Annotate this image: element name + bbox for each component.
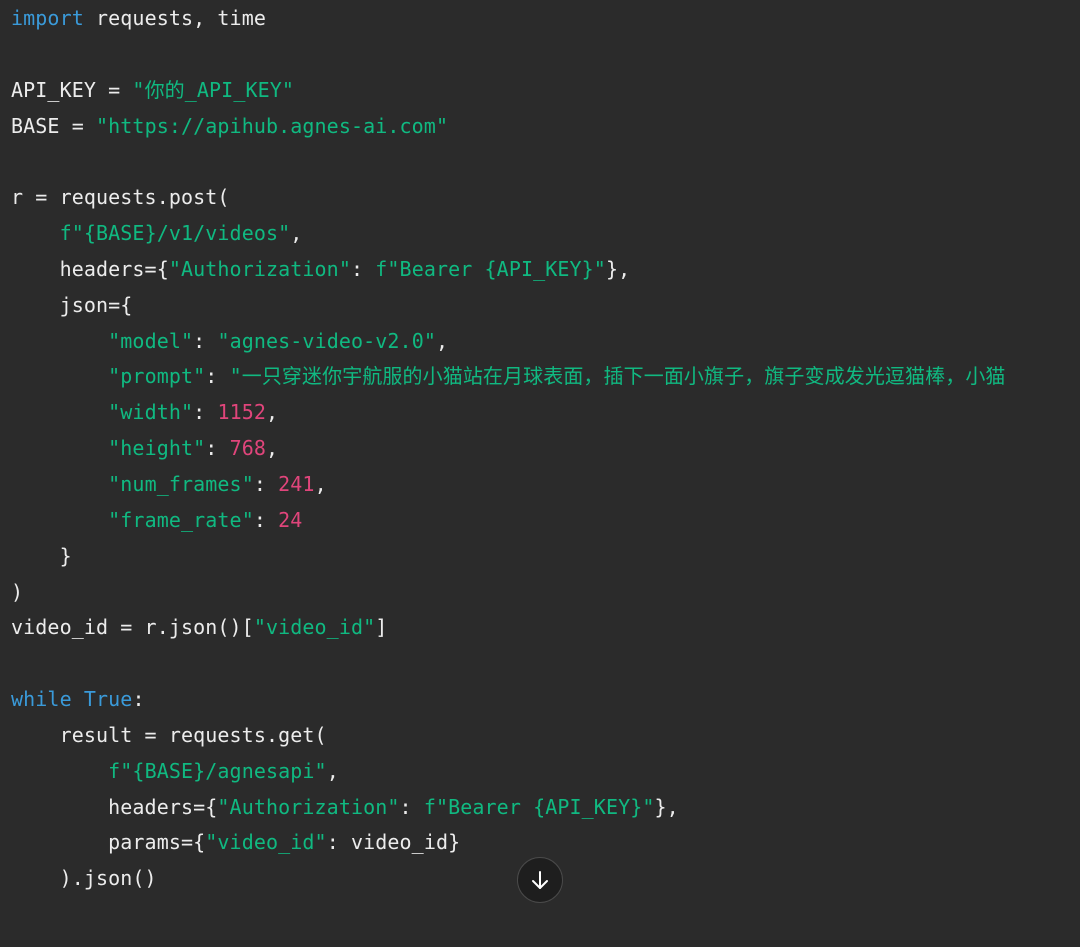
code-line: params={"video_id": video_id}	[11, 825, 1006, 861]
code-token-plain: json={	[11, 292, 133, 317]
code-token-number: 24	[278, 507, 303, 532]
code-token-string: "你的_API_KEY"	[132, 77, 295, 102]
code-line: ).json()	[11, 861, 1006, 897]
code-token-plain: },	[605, 256, 631, 281]
code-line: "width": 1152,	[11, 395, 1006, 431]
code-token-plain: :	[132, 687, 145, 712]
code-token-plain: result = requests.get(	[11, 722, 327, 747]
code-line: ​	[11, 37, 1006, 73]
code-token-string: "height"	[108, 436, 206, 461]
code-token-string: f"Bearer {API_KEY}"	[375, 256, 606, 281]
code-token-plain: }	[11, 543, 72, 568]
code-line: )	[11, 575, 1006, 611]
scroll-to-bottom-button[interactable]	[517, 857, 563, 903]
code-token-plain: : video_id}	[326, 830, 461, 855]
code-token-plain: :	[350, 256, 376, 281]
code-token-string: f"{BASE}/agnesapi"	[108, 758, 327, 783]
code-line: "model": "agnes-video-v2.0",	[11, 324, 1006, 360]
code-block: import requests, time​API_KEY = "你的_API_…	[0, 0, 1080, 947]
code-token-plain: ).json()	[11, 866, 157, 891]
code-line: import requests, time	[11, 1, 1006, 37]
code-line: "frame_rate": 24	[11, 503, 1006, 539]
code-token-plain: :	[205, 436, 230, 461]
code-token-string: f"{BASE}/v1/videos"	[59, 221, 291, 246]
code-token-string: "agnes-video-v2.0"	[217, 328, 436, 353]
code-line: result = requests.get(	[11, 718, 1006, 754]
code-lines: import requests, time​API_KEY = "你的_API_…	[11, 1, 1006, 897]
code-token-string: "Authorization"	[168, 256, 351, 281]
code-line: headers={"Authorization": f"Bearer {API_…	[11, 790, 1006, 826]
code-line: }	[11, 539, 1006, 575]
code-token-plain: :	[205, 364, 230, 389]
code-token-plain: ,	[314, 471, 327, 496]
code-line: "height": 768,	[11, 431, 1006, 467]
code-token-plain: params={	[11, 830, 206, 855]
code-line: f"{BASE}/agnesapi",	[11, 754, 1006, 790]
code-line: f"{BASE}/v1/videos",	[11, 216, 1006, 252]
code-token-plain: :	[253, 471, 279, 496]
code-token-plain: ,	[326, 758, 339, 783]
code-token-plain: ,	[266, 436, 279, 461]
code-token-plain: :	[399, 794, 424, 819]
code-line: ​	[11, 646, 1006, 682]
code-token-number: 1152	[217, 400, 267, 425]
code-line: headers={"Authorization": f"Bearer {API_…	[11, 252, 1006, 288]
code-line: "prompt": "一只穿迷你宇航服的小猫站在月球表面，插下一面小旗子，旗子变…	[11, 359, 1006, 395]
code-line: while True:	[11, 682, 1006, 718]
code-token-plain: :	[193, 400, 218, 425]
code-line: json={	[11, 288, 1006, 324]
arrow-down-icon	[529, 869, 551, 891]
code-line: r = requests.post(	[11, 180, 1006, 216]
code-token-string: "num_frames"	[108, 471, 254, 496]
code-token-string: "video_id"	[253, 615, 376, 640]
code-token-plain: :	[253, 507, 279, 532]
code-token-keyword: True	[83, 687, 133, 712]
code-token-plain: requests, time	[83, 6, 266, 30]
code-token-plain: ,	[435, 328, 449, 353]
code-line: "num_frames": 241,	[11, 467, 1006, 503]
code-line: API_KEY = "你的_API_KEY"	[11, 73, 1006, 109]
code-line: ​	[11, 144, 1006, 180]
code-line: video_id = r.json()["video_id"]	[11, 610, 1006, 646]
code-token-keyword: import	[11, 6, 84, 30]
code-token-number: 241	[278, 471, 315, 496]
code-token-string: "一只穿迷你宇航服的小猫站在月球表面，插下一面小旗子，旗子变成发光逗猫棒，小猫	[229, 364, 1006, 389]
code-token-plain: ,	[290, 221, 303, 246]
code-token-plain: ,	[266, 400, 279, 425]
code-token-plain: headers={	[11, 256, 169, 281]
code-token-string: "prompt"	[108, 364, 206, 389]
code-token-string: "video_id"	[205, 830, 327, 855]
code-token-plain: video_id = r.json()[	[11, 615, 254, 640]
code-token-plain: API_KEY =	[11, 77, 133, 102]
code-token-plain: :	[193, 328, 218, 353]
code-token-plain: )	[11, 579, 24, 604]
code-token-string: "Authorization"	[217, 794, 400, 819]
code-token-plain: headers={	[11, 794, 218, 819]
code-token-string: "model"	[108, 328, 194, 353]
code-token-string: "https://apihub.agnes-ai.com"	[96, 113, 449, 138]
code-token-plain: r = requests.post(	[11, 185, 230, 210]
code-line: BASE = "https://apihub.agnes-ai.com"	[11, 109, 1006, 145]
code-token-number: 768	[229, 436, 267, 461]
code-token-plain: },	[654, 794, 679, 819]
code-token-string: "frame_rate"	[108, 507, 254, 532]
code-token-string: f"Bearer {API_KEY}"	[423, 794, 655, 819]
code-token-keyword: while	[11, 687, 72, 712]
code-token-plain: ]	[375, 615, 388, 640]
code-token-string: "width"	[108, 400, 194, 425]
code-token-plain: BASE =	[11, 113, 96, 138]
